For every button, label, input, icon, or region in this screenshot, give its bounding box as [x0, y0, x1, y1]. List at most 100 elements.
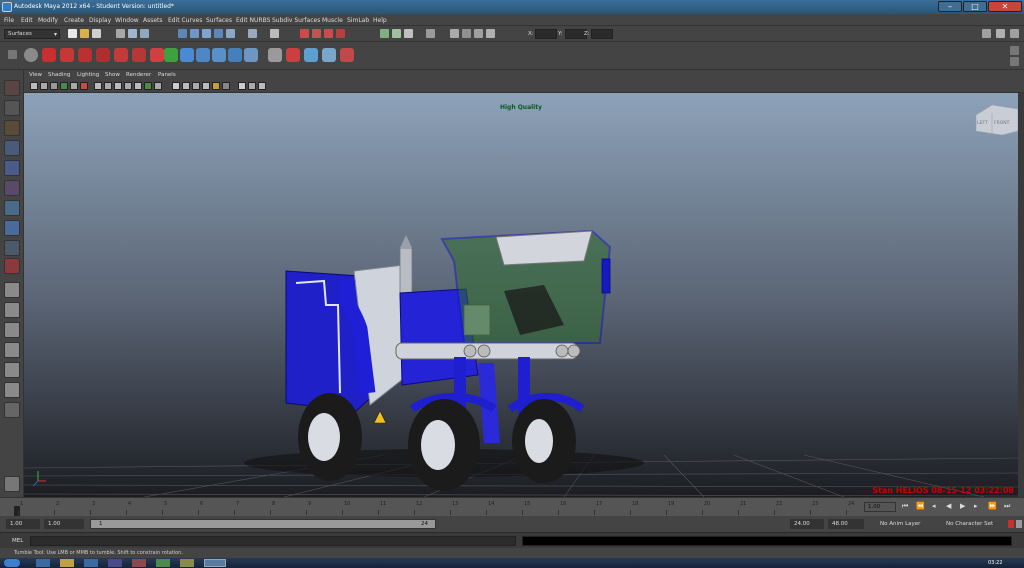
menu-assets[interactable]: Assets — [143, 17, 163, 24]
wireframe-on-shaded-icon[interactable] — [192, 82, 200, 90]
go-to-start-icon[interactable]: ⏮ — [902, 502, 908, 511]
nurbs-sphere-icon[interactable] — [24, 48, 38, 62]
toggle-channel-box-icon[interactable] — [404, 29, 413, 38]
two-d-pan-zoom-icon[interactable] — [70, 82, 78, 90]
menu-surfaces[interactable]: Surfaces — [206, 17, 232, 24]
make-live-icon[interactable] — [226, 29, 235, 38]
channel-box-icon[interactable] — [982, 29, 991, 38]
step-forward-frame-icon[interactable]: ▸ — [974, 502, 978, 510]
camera-attributes-icon[interactable] — [40, 82, 48, 90]
close-button[interactable]: ✕ — [988, 1, 1022, 12]
shadows-icon[interactable] — [222, 82, 230, 90]
cloth-icon[interactable] — [60, 48, 74, 62]
taskbar-media-icon[interactable] — [84, 559, 98, 567]
current-time-marker[interactable] — [14, 506, 20, 516]
panel-menu-shading[interactable]: Shading — [48, 72, 70, 78]
grease-pencil-icon[interactable] — [80, 82, 88, 90]
shelf-scroll-down-icon[interactable] — [1010, 57, 1019, 66]
viewport-scrollbar[interactable] — [1018, 93, 1024, 497]
render-settings-icon[interactable] — [312, 29, 321, 38]
menu-window[interactable]: Window — [115, 17, 139, 24]
show-manipulator-icon[interactable] — [4, 240, 20, 256]
ncache-icon[interactable] — [340, 48, 354, 62]
shelf-scroll-up-icon[interactable] — [1010, 46, 1019, 55]
smooth-skin-icon[interactable] — [78, 48, 92, 62]
help-question-icon[interactable] — [42, 48, 56, 62]
taskbar-explorer-icon[interactable] — [60, 559, 74, 567]
new-scene-icon[interactable] — [68, 29, 77, 38]
panel-menu-lighting[interactable]: Lighting — [77, 72, 99, 78]
time-slider[interactable]: 1 2 3 4 5 6 7 8 9 10 11 12 13 14 15 16 17 18 19 20 21 22 23 24 … — [0, 497, 1024, 516]
gate-mask-icon[interactable] — [124, 82, 132, 90]
select-camera-icon[interactable] — [30, 82, 38, 90]
constraint-icon[interactable] — [244, 48, 258, 62]
snap-point-icon[interactable] — [202, 29, 211, 38]
input-mode-icon[interactable] — [450, 29, 459, 38]
go-to-end-icon[interactable]: ⏭ — [1004, 502, 1010, 511]
taskbar-maya-icon[interactable] — [204, 559, 226, 567]
wireframe-icon[interactable] — [172, 82, 180, 90]
particle-icon[interactable] — [132, 48, 146, 62]
menu-simlab[interactable]: SimLab — [347, 17, 369, 24]
hypershade-layout-icon[interactable] — [4, 362, 20, 378]
menu-modify[interactable]: Modify — [38, 17, 58, 24]
save-scene-icon[interactable] — [92, 29, 101, 38]
menu-set-dropdown[interactable]: Surfaces — [4, 29, 60, 39]
playback-end-field[interactable]: 24.00 — [790, 519, 824, 529]
hypershade-icon[interactable] — [324, 29, 333, 38]
dynamics-icon[interactable] — [114, 48, 128, 62]
move-tool-icon[interactable] — [4, 140, 20, 156]
safe-title-icon[interactable] — [154, 82, 162, 90]
xray-icon[interactable] — [238, 82, 246, 90]
end-time-field[interactable]: 48.00 — [828, 519, 864, 529]
transform-mode-icon[interactable] — [462, 29, 471, 38]
minimize-button[interactable]: – — [938, 1, 962, 12]
open-scene-icon[interactable] — [80, 29, 89, 38]
smooth-shade-icon[interactable] — [182, 82, 190, 90]
last-tool-icon[interactable] — [4, 258, 20, 274]
character-set-dropdown[interactable]: No Character Set — [942, 519, 1006, 529]
grid-toggle-icon[interactable] — [94, 82, 102, 90]
auto-key-icon[interactable] — [1008, 520, 1014, 528]
command-input[interactable] — [30, 536, 516, 546]
viewcube-home-icon[interactable] — [4, 476, 20, 492]
select-tool-icon[interactable] — [4, 80, 20, 96]
paint-effects-icon[interactable] — [150, 48, 164, 62]
hair-icon[interactable] — [180, 48, 194, 62]
single-perspective-layout-icon[interactable] — [4, 282, 20, 298]
range-slider[interactable]: 1 24 — [90, 519, 436, 529]
select-hierarchy-icon[interactable] — [116, 29, 125, 38]
maximize-button[interactable]: □ — [963, 1, 987, 12]
snap-curve-icon[interactable] — [190, 29, 199, 38]
menu-edit-curves[interactable]: Edit Curves — [168, 17, 202, 24]
nparticle-icon[interactable] — [228, 48, 242, 62]
panel-menu-show[interactable]: Show — [105, 72, 120, 78]
taskbar-app-4-icon[interactable] — [180, 559, 194, 567]
relative-mode-icon[interactable] — [474, 29, 483, 38]
toggle-attribute-editor-icon[interactable] — [392, 29, 401, 38]
z-coordinate-field[interactable] — [591, 29, 613, 39]
emitter-icon[interactable] — [304, 48, 318, 62]
toggle-tool-settings-icon[interactable] — [380, 29, 389, 38]
x-coordinate-field[interactable] — [535, 29, 557, 39]
panel-menu-renderer[interactable]: Renderer — [126, 72, 151, 78]
isolate-select-icon[interactable] — [248, 82, 256, 90]
anim-preferences-icon[interactable] — [1016, 520, 1022, 528]
perspective-outliner-layout-icon[interactable] — [4, 322, 20, 338]
anim-layer-dropdown[interactable]: No Anim Layer — [876, 519, 932, 529]
resolution-gate-icon[interactable] — [114, 82, 122, 90]
history-icon[interactable] — [248, 29, 257, 38]
start-button[interactable] — [4, 559, 20, 567]
textured-icon[interactable] — [202, 82, 210, 90]
custom-layout-icon[interactable] — [4, 402, 20, 418]
snap-grid-icon[interactable] — [178, 29, 187, 38]
play-back-icon[interactable]: ◀ — [946, 502, 951, 510]
outliner-layout-icon[interactable] — [4, 382, 20, 398]
menu-create[interactable]: Create — [64, 17, 84, 24]
menu-muscle[interactable]: Muscle — [322, 17, 343, 24]
taskbar-app-1-icon[interactable] — [108, 559, 122, 567]
rotate-tool-icon[interactable] — [4, 160, 20, 176]
harvester-model[interactable] — [244, 229, 644, 491]
command-language-label[interactable]: MEL — [12, 538, 23, 544]
fluids-icon[interactable] — [196, 48, 210, 62]
